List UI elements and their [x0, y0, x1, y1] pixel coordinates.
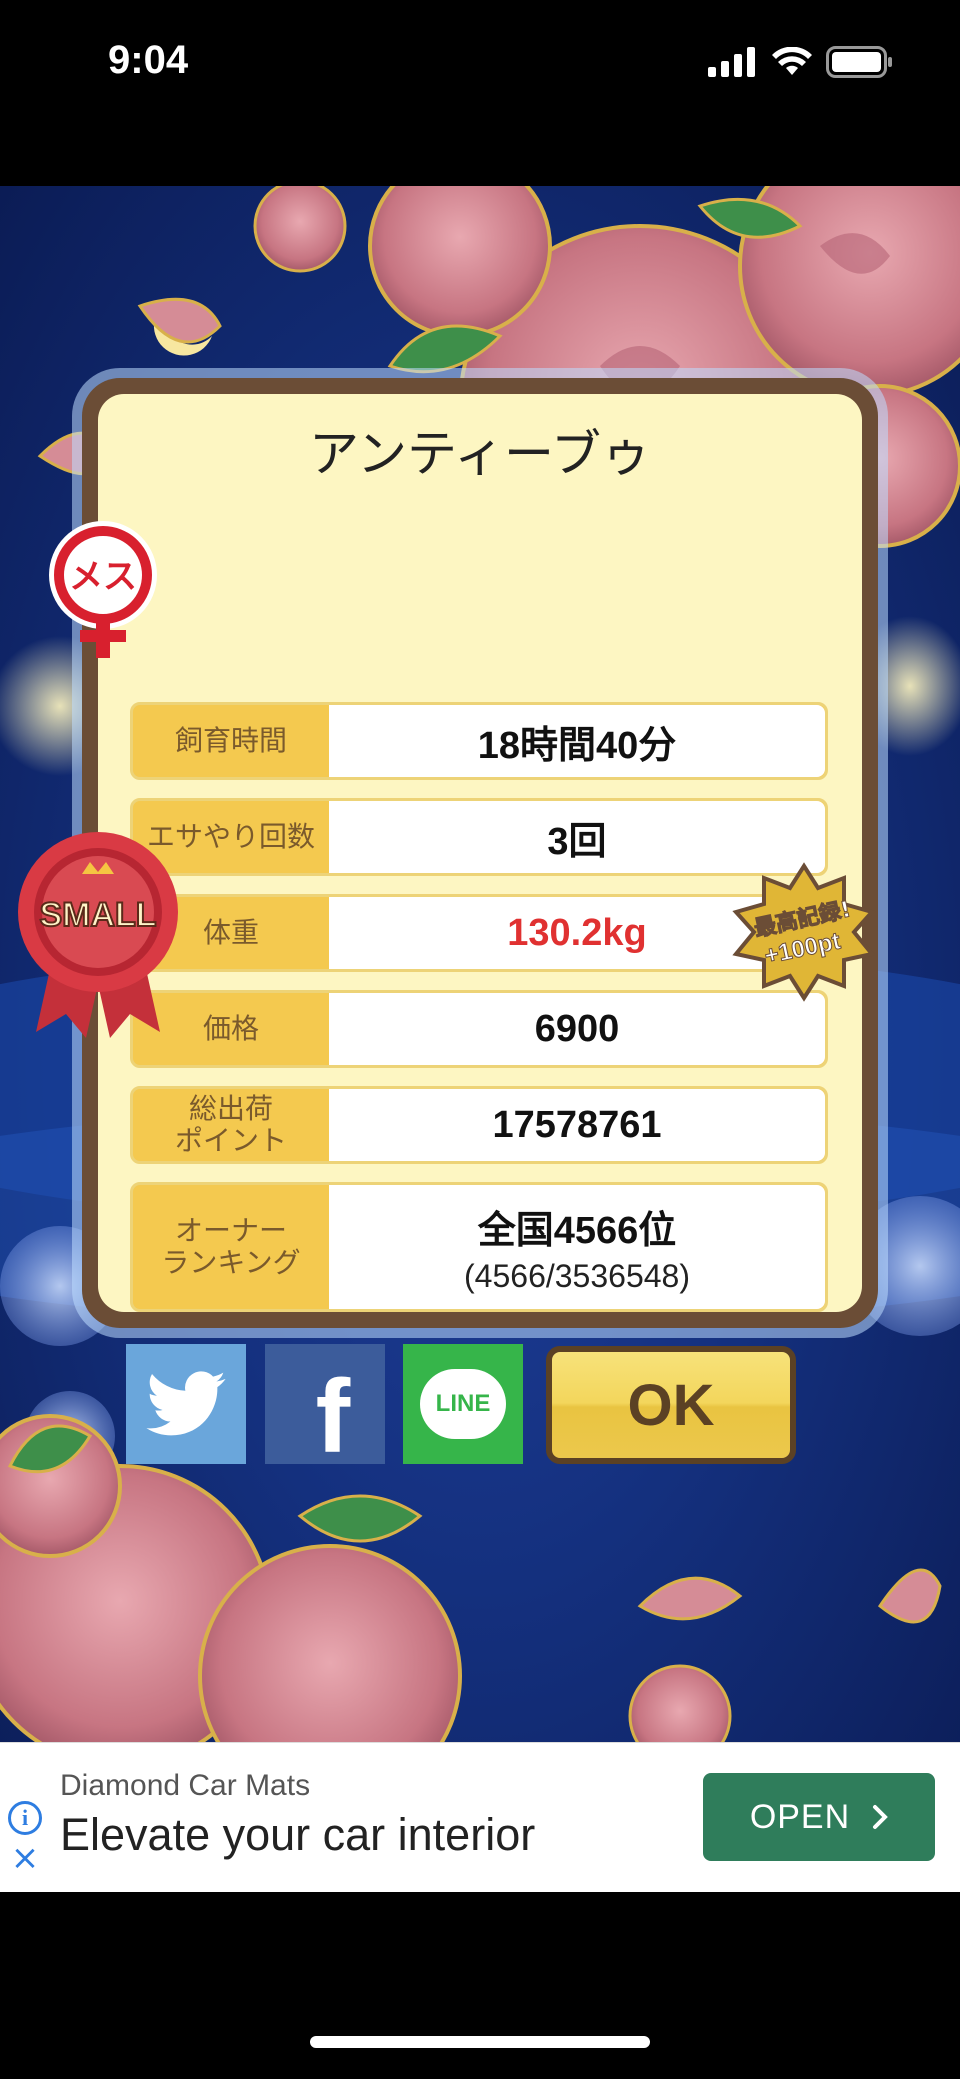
size-badge: SMALL: [16, 822, 180, 1042]
line-share-button[interactable]: LINE: [403, 1344, 523, 1464]
ad-banner[interactable]: i × Diamond Car Mats Elevate your car in…: [0, 1742, 960, 1892]
twitter-share-button[interactable]: [126, 1344, 246, 1464]
ad-open-button[interactable]: OPEN: [703, 1773, 935, 1861]
gender-text: メス: [69, 557, 137, 597]
signal-icon: [708, 47, 755, 77]
info-icon[interactable]: i: [8, 1801, 42, 1835]
stat-value: 17578761: [329, 1089, 825, 1161]
stat-row-owner-ranking: オーナー ランキング 全国4566位 (4566/3536548): [130, 1182, 828, 1312]
stat-label: 飼育時間: [174, 723, 287, 757]
ad-open-label: OPEN: [749, 1797, 851, 1836]
line-label: LINE: [435, 1390, 491, 1417]
status-icons: [708, 46, 894, 78]
stat-label: オーナー ランキング: [161, 1213, 301, 1279]
twitter-icon: [146, 1371, 226, 1436]
stat-label: 総出荷 ポイント: [174, 1091, 287, 1157]
stat-value: 全国4566位 (4566/3536548): [329, 1185, 825, 1309]
star-burst-icon: 最高記録! +100pt: [732, 862, 876, 1002]
stat-row-price: 価格 6900: [130, 990, 828, 1068]
home-indicator[interactable]: [310, 2036, 650, 2048]
ranking-detail: (4566/3536548): [464, 1258, 690, 1294]
ad-subtitle: Elevate your car interior: [60, 1809, 536, 1860]
gender-badge: メス: [46, 518, 160, 662]
facebook-icon: f: [315, 1359, 351, 1475]
facebook-share-button[interactable]: f: [265, 1344, 385, 1469]
stat-row-feed-count: エサやり回数 3回: [130, 798, 828, 876]
ok-button[interactable]: OK: [546, 1346, 796, 1464]
pet-name: アンティーブゥ: [309, 425, 651, 483]
status-bar: 9:04: [0, 0, 960, 130]
stat-value: 18時間40分: [329, 705, 825, 777]
stat-value: 6900: [329, 993, 825, 1065]
ranking-value: 全国4566位: [477, 1210, 677, 1252]
status-time: 9:04: [108, 38, 189, 82]
size-text: SMALL: [39, 896, 156, 934]
stat-row-rearing-time: 飼育時間 18時間40分: [130, 702, 828, 780]
close-icon[interactable]: ×: [8, 1841, 42, 1875]
wifi-icon: [772, 47, 812, 75]
ad-title: Diamond Car Mats: [60, 1769, 311, 1802]
record-badge: 最高記録! +100pt: [730, 862, 878, 1002]
battery-icon: [826, 46, 892, 78]
female-icon: メス: [49, 521, 157, 658]
chevron-right-icon: [873, 1805, 889, 1829]
ribbon-icon: SMALL: [18, 832, 178, 1038]
stat-row-weight: 体重 130.2kg: [130, 894, 828, 972]
line-icon: LINE: [420, 1369, 506, 1439]
stat-row-shipping-points: 総出荷 ポイント 17578761: [130, 1086, 828, 1164]
